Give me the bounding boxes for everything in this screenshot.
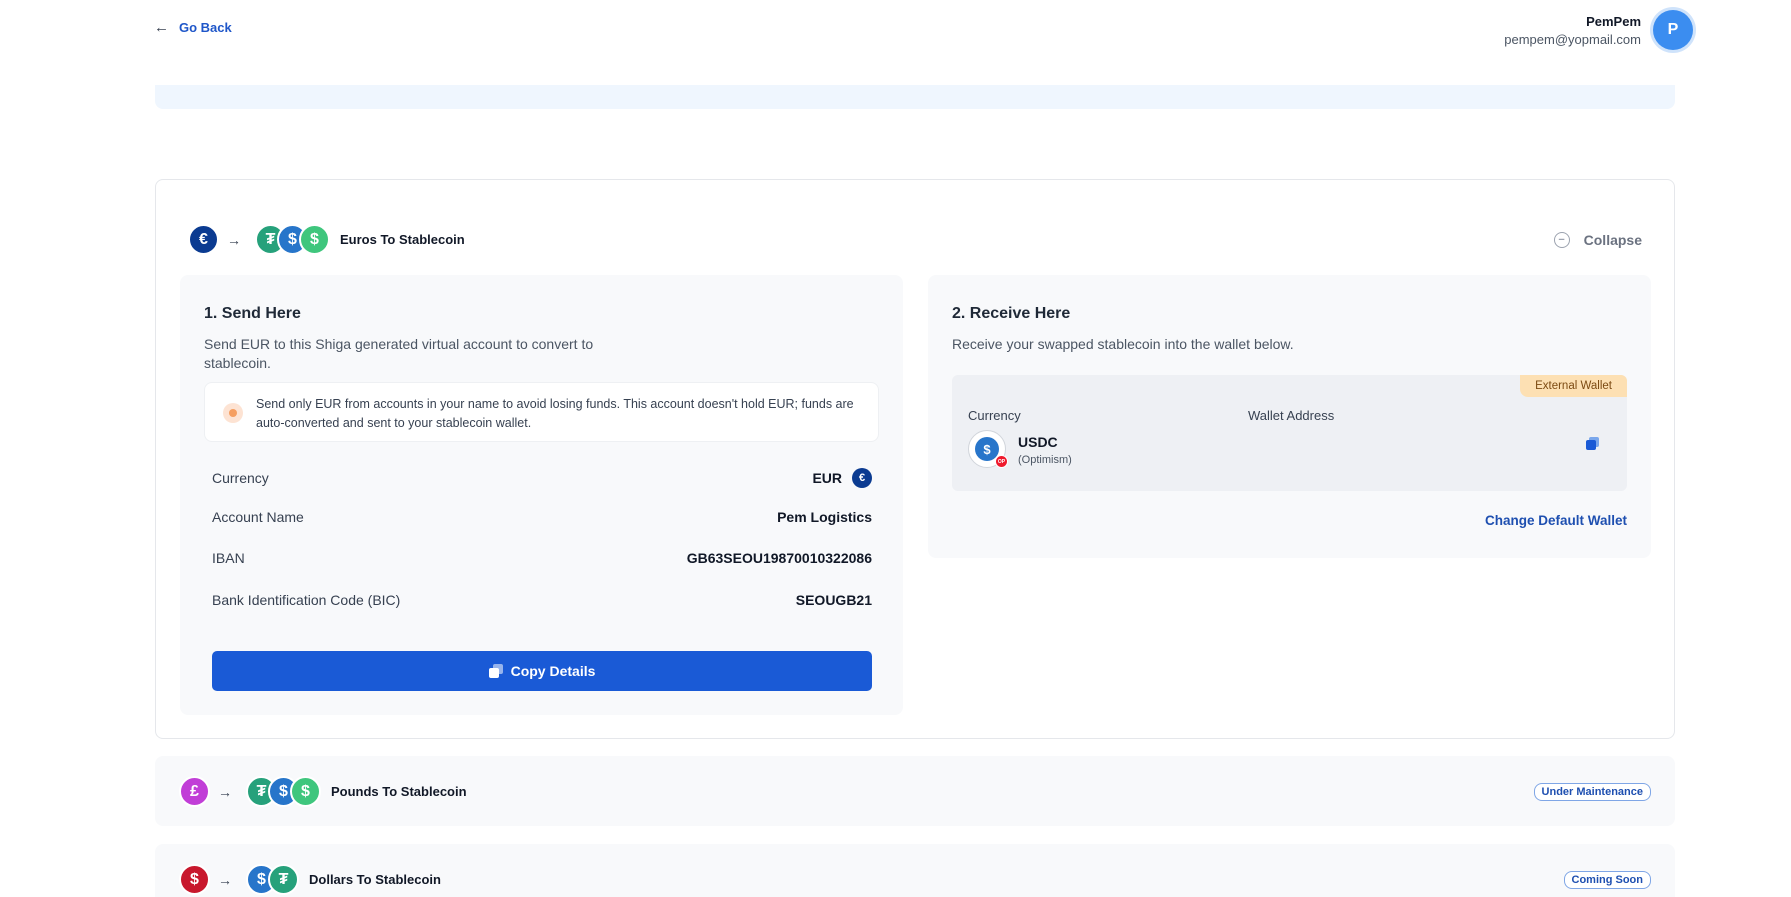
row-label: Bank Identification Code (BIC) [212, 592, 401, 608]
card-title: Pounds To Stablecoin [331, 784, 467, 799]
send-description: Send EUR to this Shiga generated virtual… [204, 336, 594, 371]
card-header: € → ₮ $ $ Euros To Stablecoin [188, 224, 465, 255]
coin-name: USDC [1018, 434, 1058, 450]
external-wallet-tag: External Wallet [1520, 375, 1627, 397]
dollars-to-stablecoin-card[interactable]: $ → $ ₮ Dollars To Stablecoin Coming Soo… [155, 844, 1675, 897]
stablecoin-icons: ₮ $ $ [255, 224, 330, 255]
arrow-left-icon: ← [154, 19, 169, 36]
currency-value: EUR [812, 470, 842, 486]
card-title: Dollars To Stablecoin [309, 872, 441, 887]
copy-details-label: Copy Details [510, 663, 596, 679]
wallet-address-label: Wallet Address [1248, 408, 1335, 423]
status-badge: Under Maintenance [1533, 783, 1651, 801]
copy-icon[interactable] [1586, 437, 1599, 450]
card-header: £ → ₮ $ $ Pounds To Stablecoin [179, 776, 467, 807]
detail-row-account-name: Account Name Pem Logistics [212, 509, 872, 525]
card-title: Euros To Stablecoin [340, 232, 465, 247]
card-header: $ → $ ₮ Dollars To Stablecoin [179, 864, 441, 895]
user-email: pempem@yopmail.com [1504, 31, 1641, 47]
row-label: Account Name [212, 509, 304, 525]
receive-panel: 2. Receive Here Receive your swapped sta… [928, 275, 1651, 558]
copy-details-button[interactable]: Copy Details [212, 651, 872, 691]
row-value: GB63SEOU19870010322086 [686, 550, 872, 566]
arrow-right-icon: → [218, 871, 232, 888]
row-value: Pem Logistics [777, 509, 872, 525]
minus-circle-icon: − [1553, 232, 1570, 248]
usdc-optimism-icon: $ OP [968, 430, 1008, 468]
stablecoin-icons: ₮ $ $ [246, 776, 321, 807]
status-badge: Coming Soon [1563, 871, 1651, 889]
avatar[interactable]: P [1653, 10, 1693, 50]
notice-box: Send only EUR from accounts in your name… [204, 382, 879, 442]
user-profile[interactable]: PemPem pempem@yopmail.com P [1504, 10, 1693, 50]
notice-text: Send only EUR from accounts in your name… [256, 397, 854, 430]
euros-to-stablecoin-card: € → ₮ $ $ Euros To Stablecoin − Collapse… [155, 179, 1675, 739]
detail-row-currency: Currency EUR € [212, 468, 872, 488]
dollar-icon: $ [179, 864, 210, 895]
detail-row-iban: IBAN GB63SEOU19870010322086 [212, 550, 872, 566]
stablecoin-icons: $ ₮ [246, 864, 299, 895]
arrow-right-icon: → [227, 231, 241, 248]
row-label: IBAN [212, 550, 245, 566]
user-name: PemPem [1586, 13, 1641, 29]
receive-description: Receive your swapped stablecoin into the… [952, 336, 1294, 352]
coin-network: (Optimism) [1018, 454, 1072, 466]
row-value: SEOUGB21 [795, 592, 872, 608]
arrow-right-icon: → [218, 783, 232, 800]
go-back-button[interactable]: ← Go Back [154, 19, 232, 36]
send-panel: 1. Send Here Send EUR to this Shiga gene… [180, 275, 903, 715]
send-heading: 1. Send Here [204, 305, 301, 322]
row-label: Currency [212, 470, 269, 486]
tether-icon: ₮ [268, 864, 299, 895]
optimism-icon: OP [995, 455, 1008, 468]
warning-dot-icon [223, 403, 243, 423]
go-back-label: Go Back [179, 20, 232, 35]
pounds-to-stablecoin-card[interactable]: £ → ₮ $ $ Pounds To Stablecoin Under Mai… [155, 756, 1675, 826]
collapse-label: Collapse [1583, 232, 1642, 248]
collapse-button[interactable]: − Collapse [1553, 232, 1642, 248]
user-info: PemPem pempem@yopmail.com [1504, 14, 1641, 47]
detail-row-bic: Bank Identification Code (BIC) SEOUGB21 [212, 592, 872, 608]
stablecoin-green-icon: $ [299, 224, 330, 255]
currency-label: Currency [968, 408, 1021, 423]
info-banner [155, 85, 1675, 109]
stablecoin-green-icon: $ [290, 776, 321, 807]
top-bar: ← Go Back PemPem pempem@yopmail.com P [0, 0, 1791, 60]
pound-icon: £ [179, 776, 210, 807]
change-default-wallet-link[interactable]: Change Default Wallet [1485, 513, 1627, 528]
row-value: EUR € [812, 468, 872, 488]
copy-icon [488, 664, 503, 678]
wallet-box: External Wallet Currency Wallet Address … [952, 375, 1627, 491]
receive-heading: 2. Receive Here [952, 305, 1071, 322]
euro-icon: € [852, 468, 872, 488]
euro-icon: € [188, 224, 219, 255]
